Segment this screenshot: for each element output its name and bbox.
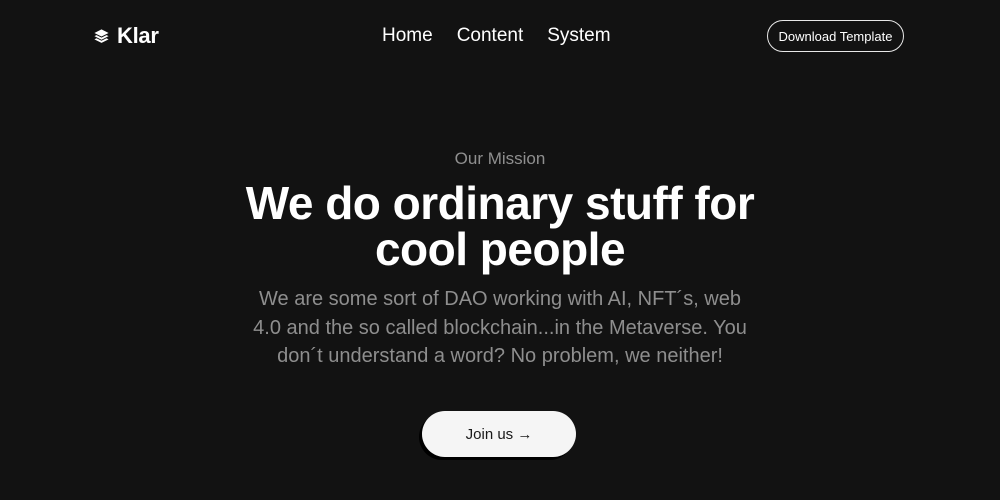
main-nav: Home Content System (382, 23, 611, 49)
brand-name: Klar (117, 23, 159, 48)
hero-eyebrow: Our Mission (454, 149, 546, 168)
join-us-button[interactable]: Join us → (422, 411, 576, 457)
download-template-button[interactable]: Download Template (767, 20, 904, 52)
hero-description: We are some sort of DAO working with AI,… (253, 288, 747, 367)
nav-link-system[interactable]: System (547, 23, 610, 49)
top-navigation: Klar Home Content System Download Templa… (0, 0, 1000, 72)
nav-link-home[interactable]: Home (382, 23, 433, 49)
brand-logo[interactable]: Klar (93, 22, 159, 50)
nav-link-content[interactable]: Content (457, 23, 524, 49)
hero-headline: We do ordinary stuff for cool people (245, 177, 755, 275)
layers-icon (94, 28, 109, 43)
